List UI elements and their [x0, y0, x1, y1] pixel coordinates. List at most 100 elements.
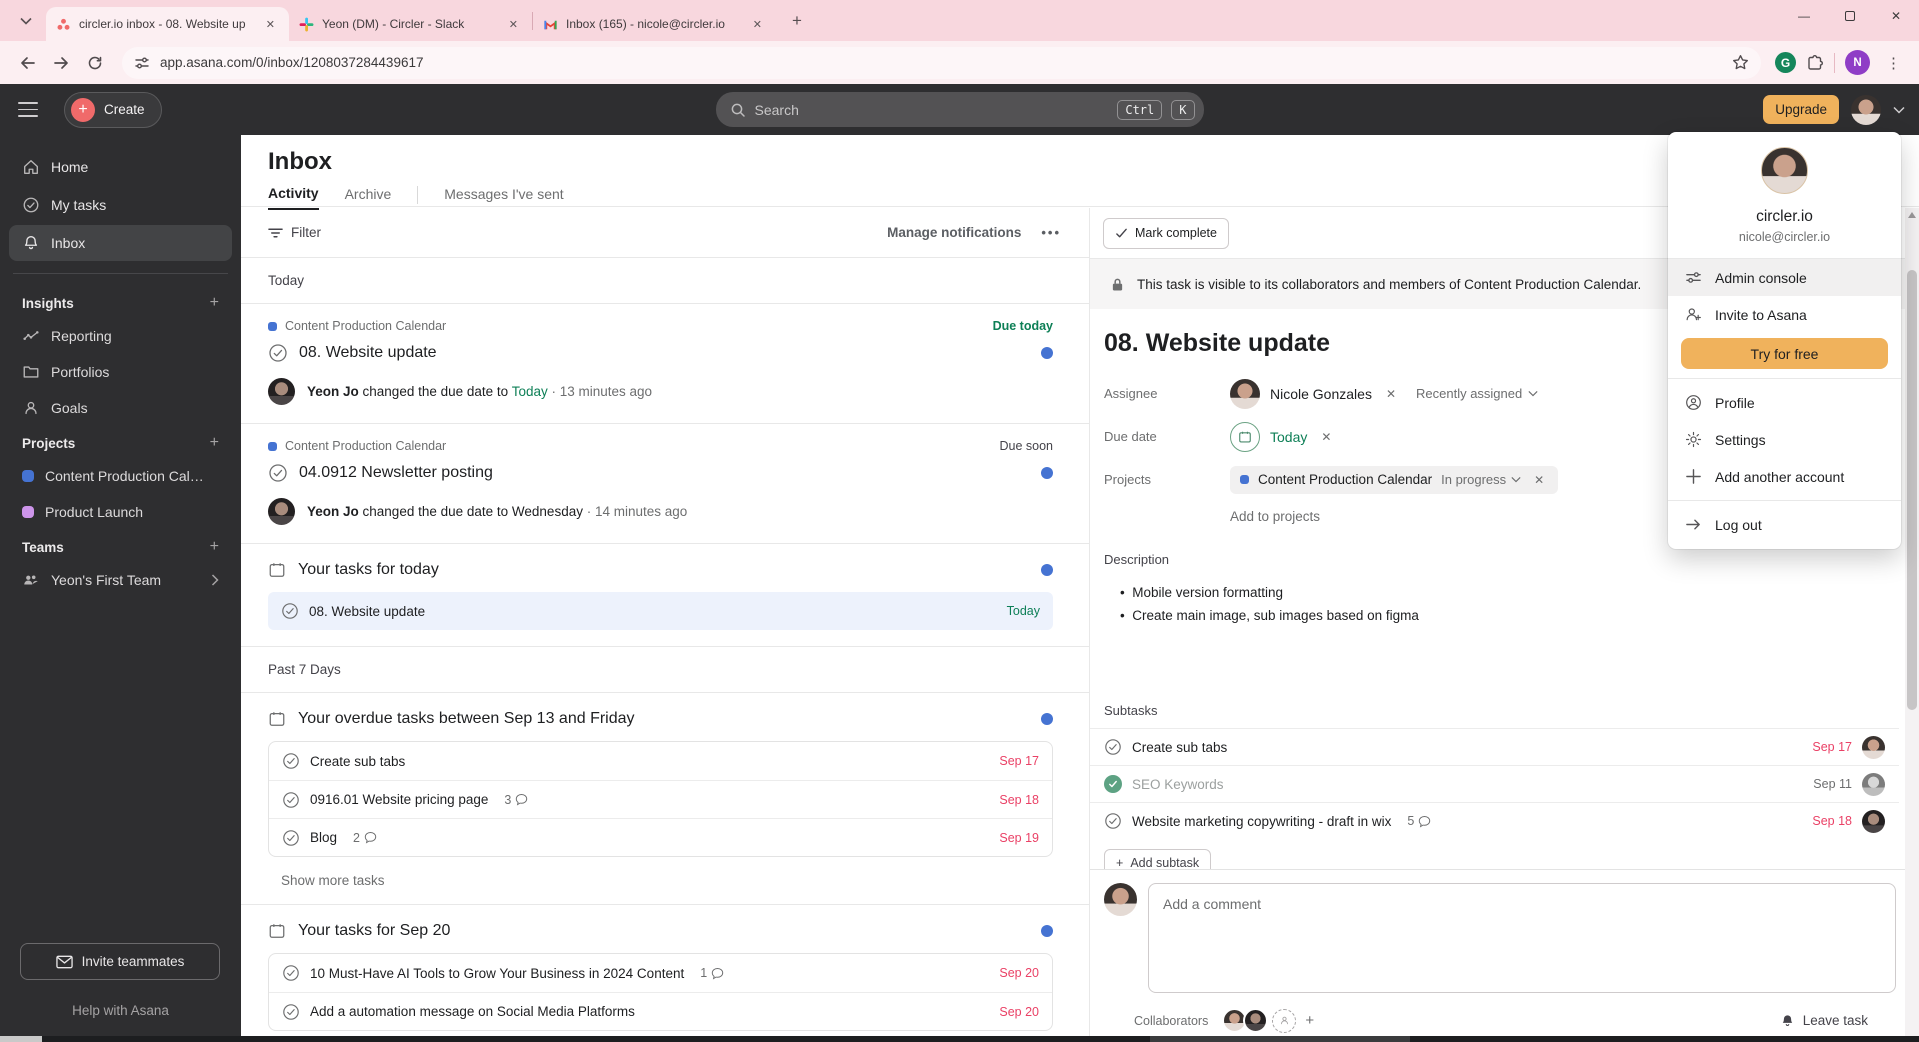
- check-circle-icon[interactable]: [282, 964, 300, 982]
- notification-task-title[interactable]: 04.0912 Newsletter posting: [299, 464, 493, 482]
- back-button[interactable]: [12, 48, 42, 78]
- window-close-button[interactable]: ✕: [1873, 0, 1919, 32]
- url-text[interactable]: app.asana.com/0/inbox/1208037284439617: [160, 55, 1722, 70]
- unread-dot[interactable]: [1041, 713, 1053, 725]
- task-row[interactable]: Create sub tabs Sep 17: [269, 742, 1052, 780]
- forward-button[interactable]: [46, 48, 76, 78]
- menu-item-admin-console[interactable]: Admin console: [1668, 259, 1901, 296]
- site-settings-icon[interactable]: [134, 55, 150, 71]
- tab-activity[interactable]: Activity: [268, 185, 319, 210]
- notification-item[interactable]: Content Production Calendar Due soon 04.…: [241, 424, 1089, 544]
- tab-search-button[interactable]: [12, 7, 40, 35]
- remove-assignee-icon[interactable]: ✕: [1382, 387, 1400, 401]
- notification-task-title[interactable]: 08. Website update: [299, 344, 437, 362]
- tab-close-icon[interactable]: ✕: [262, 16, 279, 33]
- task-row[interactable]: 08. Website update Today: [268, 592, 1053, 630]
- tab-messages-sent[interactable]: Messages I've sent: [444, 186, 563, 209]
- try-for-free-button[interactable]: Try for free: [1681, 338, 1888, 369]
- digest-overdue-tasks[interactable]: Your overdue tasks between Sep 13 and Fr…: [241, 693, 1089, 905]
- sidebar-item-project-product-launch[interactable]: Product Launch: [9, 494, 232, 530]
- digest-tasks-sep20[interactable]: Your tasks for Sep 20 10 Must-Have AI To…: [241, 905, 1089, 1042]
- menu-item-add-account[interactable]: Add another account: [1668, 458, 1901, 495]
- mark-complete-button[interactable]: Mark complete: [1103, 217, 1229, 249]
- account-chevron-icon[interactable]: [1893, 106, 1905, 114]
- show-more-tasks-link[interactable]: Show more tasks: [268, 873, 1053, 888]
- task-title[interactable]: 0916.01 Website pricing page: [310, 792, 488, 807]
- task-title[interactable]: 08. Website update: [309, 604, 425, 619]
- check-circle-icon[interactable]: [282, 1003, 300, 1021]
- browser-menu-icon[interactable]: ⋮: [1880, 54, 1907, 72]
- window-minimize-button[interactable]: —: [1781, 0, 1827, 32]
- assignee-name[interactable]: Nicole Gonzales: [1270, 386, 1372, 402]
- menu-item-invite-to-asana[interactable]: Invite to Asana: [1668, 296, 1901, 333]
- tab-close-icon[interactable]: ✕: [749, 16, 766, 33]
- tab-archive[interactable]: Archive: [345, 186, 392, 209]
- sidebar-item-inbox[interactable]: Inbox: [9, 225, 232, 261]
- unread-dot[interactable]: [1041, 347, 1053, 359]
- add-team-icon[interactable]: +: [210, 538, 219, 556]
- window-maximize-button[interactable]: [1827, 0, 1873, 32]
- description-body[interactable]: • Mobile version formatting • Create mai…: [1120, 581, 1919, 627]
- filter-button[interactable]: Filter: [268, 225, 321, 240]
- extensions-puzzle-icon[interactable]: [1806, 54, 1824, 72]
- create-button[interactable]: + Create: [64, 91, 162, 128]
- task-row[interactable]: 10 Must-Have AI Tools to Grow Your Busin…: [269, 954, 1052, 992]
- subtask-assignee-avatar[interactable]: [1862, 735, 1885, 759]
- sidebar-item-goals[interactable]: Goals: [9, 390, 232, 426]
- project-status[interactable]: In progress: [1441, 472, 1521, 487]
- task-row[interactable]: 0916.01 Website pricing page 3 Sep 18: [269, 780, 1052, 818]
- upgrade-button[interactable]: Upgrade: [1763, 95, 1839, 124]
- task-title[interactable]: Add a automation message on Social Media…: [310, 1004, 635, 1019]
- menu-item-settings[interactable]: Settings: [1668, 421, 1901, 458]
- subtask-title[interactable]: Create sub tabs: [1132, 740, 1227, 755]
- check-circle-icon[interactable]: [282, 752, 300, 770]
- project-chip[interactable]: Content Production Calendar In progress …: [1230, 465, 1559, 494]
- menu-item-log-out[interactable]: Log out: [1668, 506, 1901, 543]
- collaborator-avatar[interactable]: [1243, 1008, 1269, 1033]
- remove-due-date-icon[interactable]: ✕: [1317, 430, 1335, 444]
- chevron-right-icon[interactable]: [211, 574, 219, 586]
- notification-item[interactable]: Content Production Calendar Due today 08…: [241, 304, 1089, 424]
- sidebar-item-portfolios[interactable]: Portfolios: [9, 354, 232, 390]
- grammarly-extension-icon[interactable]: G: [1775, 52, 1796, 73]
- task-title[interactable]: Create sub tabs: [310, 754, 405, 769]
- sidebar-item-reporting[interactable]: Reporting: [9, 318, 232, 354]
- check-circle-icon[interactable]: [282, 791, 300, 809]
- browser-tab-gmail[interactable]: Inbox (165) - nicole@circler.io ✕: [533, 7, 776, 41]
- due-date-value[interactable]: Today: [1270, 429, 1307, 445]
- due-date-calendar-icon[interactable]: [1230, 421, 1260, 452]
- sidebar-item-my-tasks[interactable]: My tasks: [9, 187, 232, 223]
- add-collaborator-avatar[interactable]: [1272, 1008, 1297, 1033]
- leave-task-button[interactable]: Leave task: [1780, 1013, 1896, 1029]
- menu-item-profile[interactable]: Profile: [1668, 384, 1901, 421]
- invite-teammates-button[interactable]: Invite teammates: [20, 943, 220, 980]
- check-circle-icon[interactable]: [282, 829, 300, 847]
- add-collaborator-icon[interactable]: +: [1305, 1012, 1314, 1029]
- add-insight-icon[interactable]: +: [210, 294, 219, 312]
- subtask-title[interactable]: SEO Keywords: [1132, 777, 1224, 792]
- check-circle-icon[interactable]: [268, 463, 288, 483]
- page-scrollbar[interactable]: [1905, 208, 1919, 1036]
- project-chip-name[interactable]: Content Production Calendar: [1258, 472, 1432, 487]
- more-options-icon[interactable]: •••: [1041, 225, 1061, 240]
- comment-input[interactable]: [1148, 883, 1896, 993]
- scrollbar-thumb[interactable]: [1907, 270, 1917, 710]
- reload-button[interactable]: [80, 48, 110, 78]
- assignee-meta[interactable]: Recently assigned: [1416, 386, 1538, 401]
- task-title[interactable]: 10 Must-Have AI Tools to Grow Your Busin…: [310, 966, 684, 981]
- sidebar-item-home[interactable]: Home: [9, 149, 232, 185]
- browser-tab-slack[interactable]: Yeon (DM) - Circler - Slack ✕: [289, 7, 532, 41]
- unread-dot[interactable]: [1041, 564, 1053, 576]
- search-input[interactable]: Search Ctrl K: [715, 92, 1204, 127]
- user-avatar[interactable]: [1851, 94, 1881, 125]
- check-circle-icon[interactable]: [281, 602, 299, 620]
- new-tab-button[interactable]: +: [784, 8, 810, 34]
- task-row[interactable]: Add a automation message on Social Media…: [269, 992, 1052, 1030]
- add-project-icon[interactable]: +: [210, 434, 219, 452]
- digest-tasks-today[interactable]: Your tasks for today 08. Website update …: [241, 544, 1089, 647]
- check-circle-icon[interactable]: [1104, 812, 1122, 830]
- task-row[interactable]: Blog 2 Sep 19: [269, 818, 1052, 856]
- help-with-asana-link[interactable]: Help with Asana: [0, 1003, 241, 1018]
- completed-check-icon[interactable]: [1104, 775, 1122, 793]
- browser-tab-asana[interactable]: circler.io inbox - 08. Website up ✕: [46, 7, 289, 41]
